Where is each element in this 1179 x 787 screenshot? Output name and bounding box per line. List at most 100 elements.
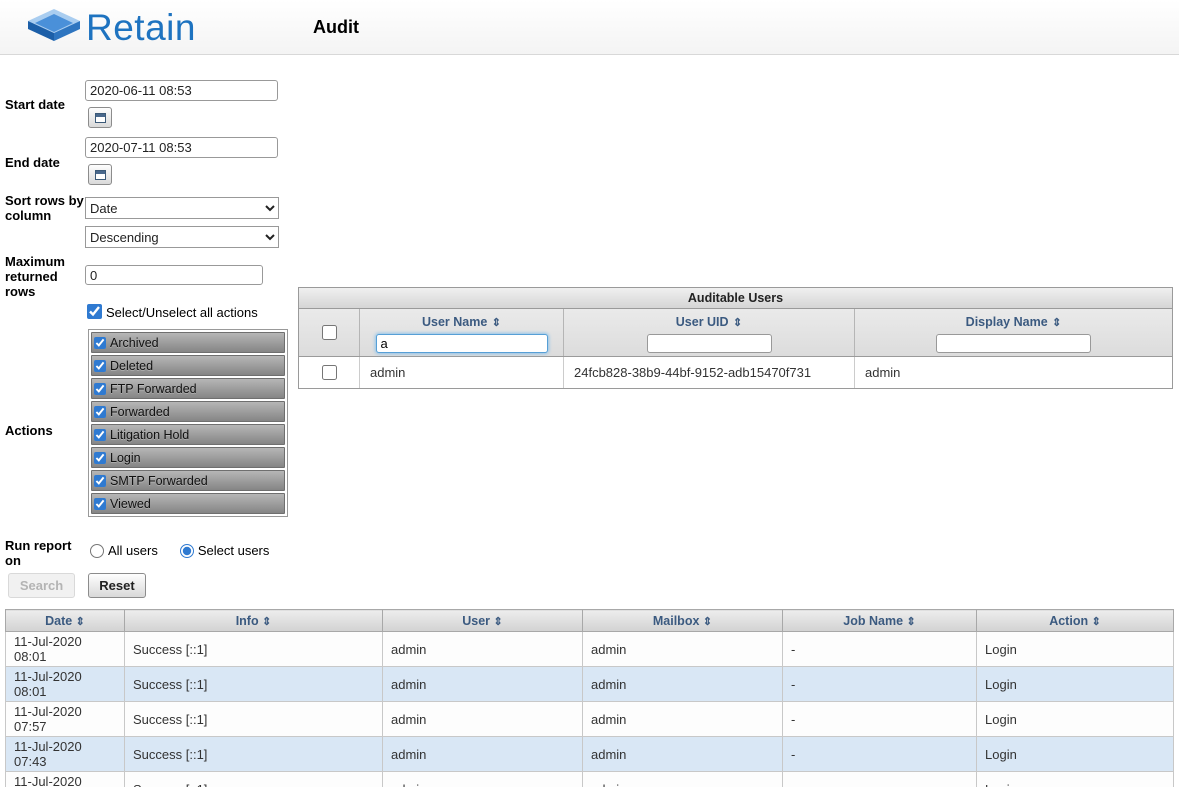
action-item[interactable]: SMTP Forwarded: [91, 470, 285, 491]
user-select-cell: [299, 357, 360, 388]
results-cell: admin: [383, 772, 583, 787]
actions-label: Actions: [5, 423, 85, 438]
results-cell: Login: [977, 772, 1174, 787]
user-select-checkbox[interactable]: [322, 365, 337, 380]
run-report-options: All users Select users: [90, 543, 269, 558]
results-column-header[interactable]: Action ⇕: [977, 610, 1174, 632]
action-item[interactable]: Archived: [91, 332, 285, 353]
run-report-option[interactable]: Select users: [180, 543, 270, 558]
results-column-header[interactable]: Job Name ⇕: [783, 610, 977, 632]
user-name-column-header[interactable]: User Name ⇕: [422, 313, 501, 331]
results-column-header[interactable]: Date ⇕: [6, 610, 125, 632]
run-report-option-label: All users: [108, 543, 158, 558]
user-uid-filter-input[interactable]: [647, 334, 772, 353]
results-cell: Login: [977, 737, 1174, 772]
user-name-cell: admin: [360, 357, 564, 388]
action-label: SMTP Forwarded: [110, 474, 208, 488]
start-date-label: Start date: [5, 97, 85, 112]
run-report-option[interactable]: All users: [90, 543, 158, 558]
start-date-calendar-button[interactable]: [88, 107, 112, 128]
end-date-calendar-button[interactable]: [88, 164, 112, 185]
results-row: 11-Jul-2020 07:57Success [::1]adminadmin…: [6, 772, 1174, 787]
action-item[interactable]: Litigation Hold: [91, 424, 285, 445]
results-row: 11-Jul-2020 08:01Success [::1]adminadmin…: [6, 632, 1174, 667]
action-checkbox[interactable]: [94, 498, 106, 510]
action-label: Deleted: [110, 359, 153, 373]
end-date-label: End date: [5, 155, 85, 170]
sort-icon: ⇕: [703, 616, 712, 628]
action-checkbox[interactable]: [94, 429, 106, 441]
user-uid-column-label: User UID: [676, 315, 729, 329]
max-rows-label: Maximum returned rows: [5, 254, 85, 299]
action-label: Viewed: [110, 497, 151, 511]
results-cell: admin: [583, 702, 783, 737]
results-table: Date ⇕Info ⇕User ⇕Mailbox ⇕Job Name ⇕Act…: [5, 609, 1174, 787]
display-name-filter-input[interactable]: [936, 334, 1091, 353]
user-uid-column-header[interactable]: User UID ⇕: [676, 313, 742, 331]
actions-list: Archived Deleted FTP Forwarded Forwarded Lit…: [88, 329, 288, 517]
run-report-radio[interactable]: [90, 544, 104, 558]
reset-button[interactable]: Reset: [88, 573, 146, 598]
action-label: Login: [110, 451, 141, 465]
results-cell: 11-Jul-2020 08:01: [6, 667, 125, 702]
page-title: Audit: [313, 17, 359, 38]
sort-rows-label: Sort rows by column: [5, 193, 85, 223]
results-row: 11-Jul-2020 07:57Success [::1]adminadmin…: [6, 702, 1174, 737]
results-column-header[interactable]: User ⇕: [383, 610, 583, 632]
sort-icon: ⇕: [492, 317, 501, 329]
user-name-filter-input[interactable]: [376, 334, 548, 353]
sort-icon: ⇕: [1092, 616, 1101, 628]
results-cell: admin: [583, 632, 783, 667]
action-label: Litigation Hold: [110, 428, 189, 442]
run-report-radio[interactable]: [180, 544, 194, 558]
sort-icon: ⇕: [76, 616, 85, 628]
audit-page: Retain Audit Start date End date Sort ro…: [0, 0, 1179, 787]
retain-logo-icon: [28, 8, 80, 48]
results-column-label: User: [462, 614, 493, 628]
results-cell: Login: [977, 667, 1174, 702]
action-checkbox[interactable]: [94, 337, 106, 349]
action-checkbox[interactable]: [94, 452, 106, 464]
action-item[interactable]: Deleted: [91, 355, 285, 376]
action-item[interactable]: Forwarded: [91, 401, 285, 422]
end-date-input[interactable]: [85, 137, 278, 158]
results-column-header[interactable]: Info ⇕: [125, 610, 383, 632]
action-checkbox[interactable]: [94, 383, 106, 395]
results-cell: admin: [583, 667, 783, 702]
results-cell: Success [::1]: [125, 667, 383, 702]
results-cell: admin: [583, 737, 783, 772]
action-checkbox[interactable]: [94, 360, 106, 372]
sort-icon: ⇕: [494, 616, 503, 628]
auditable-users-title: Auditable Users: [299, 288, 1172, 309]
action-checkbox[interactable]: [94, 406, 106, 418]
results-cell: 11-Jul-2020 07:57: [6, 772, 125, 787]
results-column-header[interactable]: Mailbox ⇕: [583, 610, 783, 632]
results-row: 11-Jul-2020 07:43Success [::1]adminadmin…: [6, 737, 1174, 772]
user-name-column-label: User Name: [422, 315, 487, 329]
user-name-column: User Name ⇕: [360, 309, 564, 356]
action-item[interactable]: Viewed: [91, 493, 285, 514]
results-cell: Success [::1]: [125, 737, 383, 772]
max-rows-input[interactable]: [85, 265, 263, 285]
results-cell: -: [783, 702, 977, 737]
select-all-users-cell: [299, 309, 360, 356]
action-item[interactable]: FTP Forwarded: [91, 378, 285, 399]
select-all-users-checkbox[interactable]: [322, 325, 337, 340]
search-button[interactable]: Search: [8, 573, 75, 598]
app-header: Retain Audit: [0, 0, 1179, 55]
results-cell: -: [783, 667, 977, 702]
logo-text: Retain: [86, 8, 196, 48]
select-all-actions-checkbox[interactable]: [87, 304, 102, 319]
action-checkbox[interactable]: [94, 475, 106, 487]
results-header-row: Date ⇕Info ⇕User ⇕Mailbox ⇕Job Name ⇕Act…: [6, 610, 1174, 632]
results-cell: Success [::1]: [125, 702, 383, 737]
results-column-label: Info: [236, 614, 262, 628]
sort-column-select[interactable]: Date: [85, 197, 279, 219]
start-date-input[interactable]: [85, 80, 278, 101]
sort-direction-select[interactable]: Descending: [85, 226, 279, 248]
results-cell: Success [::1]: [125, 772, 383, 787]
display-name-column-header[interactable]: Display Name ⇕: [966, 313, 1062, 331]
action-label: FTP Forwarded: [110, 382, 197, 396]
action-item[interactable]: Login: [91, 447, 285, 468]
auditable-users-panel: Auditable Users User Name ⇕ User UID ⇕: [298, 287, 1173, 389]
